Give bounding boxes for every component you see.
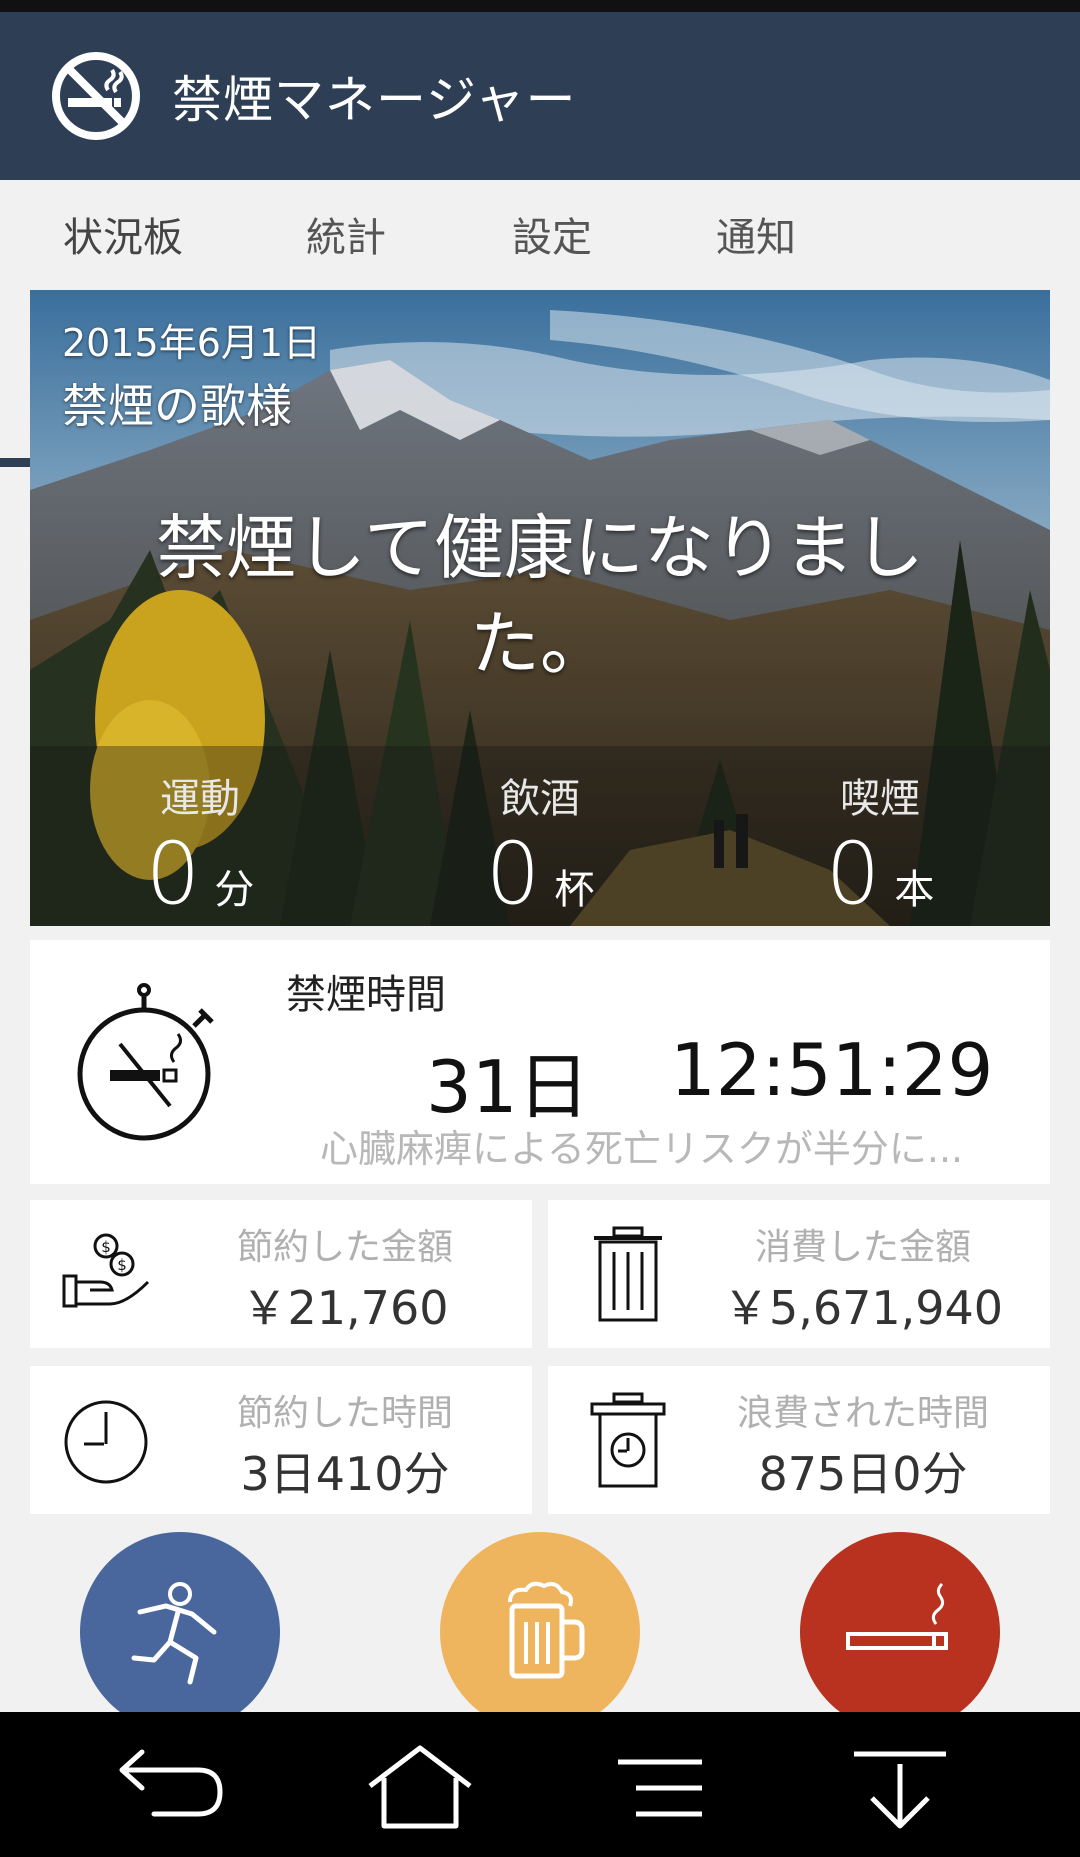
time-saved-card[interactable]: 節約した時間 3日410分 [30,1366,532,1514]
stat-drink-number: 0 [485,824,541,924]
collapse-icon[interactable] [840,1742,960,1832]
stat-drink-value: 0杯 [370,824,710,924]
health-milestone-note: 心臓麻痺による死亡リスクが半分に... [320,1127,964,1171]
menu-icon[interactable] [600,1742,720,1832]
tab-settings[interactable]: 設定 [446,180,658,288]
money-saved-value: ￥21,760 [241,1281,449,1335]
hero-subtitle: 禁煙の歌様 [62,379,292,433]
stat-smoke-number: 0 [825,824,881,924]
home-icon[interactable] [360,1742,480,1832]
stat-exercise-number: 0 [145,824,201,924]
tab-bar: 状況板 統計 設定 通知 [0,180,1080,467]
hero-message: 禁煙して健康になりました。 [156,507,924,685]
quit-duration-card[interactable]: 禁煙時間 31日 12:51:29 心臓麻痺による死亡リスクが半分に... [30,940,1050,1184]
stat-smoke-label: 喫煙 [840,776,920,822]
svg-text:$: $ [117,1256,127,1274]
no-smoking-icon [52,52,140,140]
stat-exercise-value: 0分 [30,824,370,924]
stat-smoke[interactable]: 喫煙 0本 [710,746,1050,926]
stat-exercise-unit: 分 [214,867,255,913]
stat-drink[interactable]: 飲酒 0杯 [370,746,710,926]
time-wasted-card[interactable]: 浪費された時間 875日0分 [548,1366,1050,1514]
time-saved-label: 節約した時間 [236,1393,453,1434]
svg-text:$: $ [101,1238,111,1256]
money-saved-card[interactable]: $ $ 節約した金額 ￥21,760 [30,1200,532,1348]
time-wasted-value: 875日0分 [758,1447,968,1501]
system-nav-bar [0,1712,1080,1857]
stat-smoke-value: 0本 [710,824,1050,924]
stat-drink-unit: 杯 [554,867,595,913]
tab-dashboard[interactable]: 状況板 [0,180,246,288]
app-title: 禁煙マネージャー [172,71,577,129]
quit-time: 12:51:29 [670,1028,994,1112]
money-spent-label: 消費した金額 [754,1227,971,1268]
log-drink-button[interactable] [440,1532,640,1732]
status-bar [0,0,1080,12]
app-bar: 禁煙マネージャー [0,12,1080,180]
money-saved-label: 節約した金額 [236,1227,453,1268]
stat-exercise-label: 運動 [160,776,240,822]
trash-clock-icon [590,1392,666,1488]
daily-stats-strip: 運動 0分 飲酒 0杯 喫煙 0本 [30,746,1050,926]
hero-date: 2015年6月1日 [62,321,322,365]
cigarette-icon [846,1582,948,1650]
tab-statistics[interactable]: 統計 [246,180,446,288]
money-hand-icon: $ $ [62,1233,150,1308]
beer-mug-icon [508,1581,585,1679]
stopwatch-no-smoking-icon [77,983,214,1141]
log-exercise-button[interactable] [80,1532,280,1732]
running-person-icon [131,1582,217,1685]
stat-exercise[interactable]: 運動 0分 [30,746,370,926]
tab-notifications[interactable]: 通知 [658,180,854,288]
money-spent-value: ￥5,671,940 [722,1281,1004,1335]
trash-can-icon [594,1226,662,1322]
time-saved-value: 3日410分 [240,1447,450,1501]
clock-icon [64,1400,148,1484]
stat-drink-label: 飲酒 [500,776,580,822]
hero-panel: 2015年6月1日 禁煙の歌様 禁煙して健康になりました。 運動 0分 飲酒 0… [30,290,1050,926]
log-smoke-button[interactable] [800,1532,1000,1732]
time-wasted-label: 浪費された時間 [736,1393,989,1434]
quit-duration-title: 禁煙時間 [286,972,446,1018]
stat-smoke-unit: 本 [894,867,935,913]
money-spent-card[interactable]: 消費した金額 ￥5,671,940 [548,1200,1050,1348]
back-icon[interactable] [114,1742,234,1832]
